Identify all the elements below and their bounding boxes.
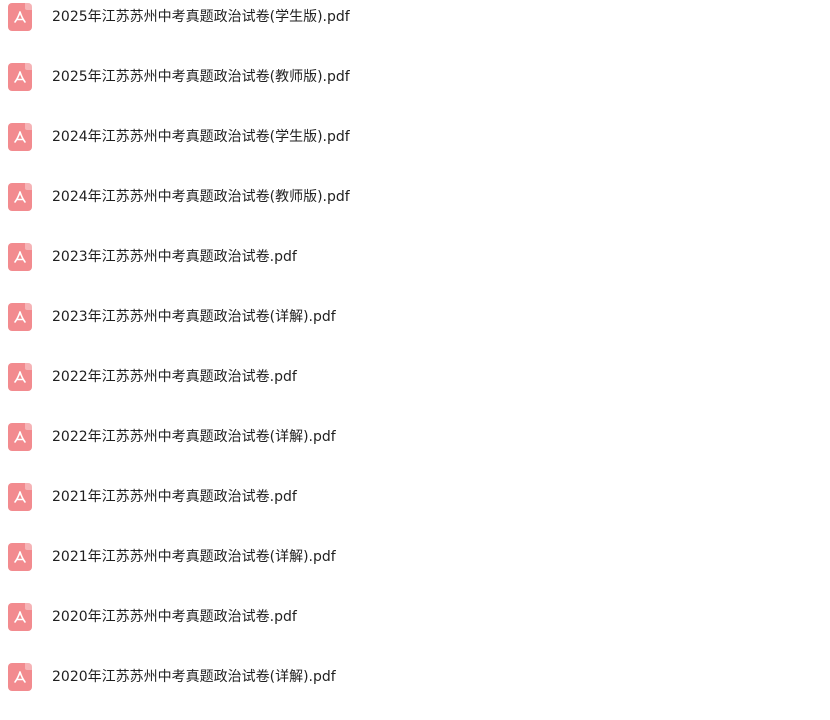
pdf-icon (8, 543, 32, 571)
file-name: 2025年江苏苏州中考真题政治试卷(教师版).pdf (52, 69, 350, 85)
file-name: 2022年江苏苏州中考真题政治试卷.pdf (52, 369, 297, 385)
file-item[interactable]: 2020年江苏苏州中考真题政治试卷.pdf (0, 600, 830, 660)
pdf-icon (8, 663, 32, 691)
file-item[interactable]: 2020年江苏苏州中考真题政治试卷(详解).pdf (0, 660, 830, 720)
pdf-icon (8, 423, 32, 451)
pdf-icon (8, 243, 32, 271)
file-name: 2020年江苏苏州中考真题政治试卷(详解).pdf (52, 669, 336, 685)
file-item[interactable]: 2022年江苏苏州中考真题政治试卷.pdf (0, 360, 830, 420)
file-item[interactable]: 2023年江苏苏州中考真题政治试卷(详解).pdf (0, 300, 830, 360)
file-name: 2021年江苏苏州中考真题政治试卷(详解).pdf (52, 549, 336, 565)
file-item[interactable]: 2022年江苏苏州中考真题政治试卷(详解).pdf (0, 420, 830, 480)
pdf-icon (8, 123, 32, 151)
pdf-icon (8, 63, 32, 91)
file-name: 2024年江苏苏州中考真题政治试卷(教师版).pdf (52, 189, 350, 205)
file-name: 2023年江苏苏州中考真题政治试卷(详解).pdf (52, 309, 336, 325)
pdf-icon (8, 603, 32, 631)
file-item[interactable]: 2024年江苏苏州中考真题政治试卷(学生版).pdf (0, 120, 830, 180)
file-item[interactable]: 2024年江苏苏州中考真题政治试卷(教师版).pdf (0, 180, 830, 240)
file-name: 2022年江苏苏州中考真题政治试卷(详解).pdf (52, 429, 336, 445)
pdf-icon (8, 3, 32, 31)
pdf-icon (8, 183, 32, 211)
file-item[interactable]: 2021年江苏苏州中考真题政治试卷.pdf (0, 480, 830, 540)
file-name: 2023年江苏苏州中考真题政治试卷.pdf (52, 249, 297, 265)
pdf-icon (8, 483, 32, 511)
file-item[interactable]: 2021年江苏苏州中考真题政治试卷(详解).pdf (0, 540, 830, 600)
pdf-icon (8, 303, 32, 331)
pdf-icon (8, 363, 32, 391)
file-name: 2021年江苏苏州中考真题政治试卷.pdf (52, 489, 297, 505)
file-list: 2025年江苏苏州中考真题政治试卷(学生版).pdf 2025年江苏苏州中考真题… (0, 0, 830, 720)
file-item[interactable]: 2023年江苏苏州中考真题政治试卷.pdf (0, 240, 830, 300)
file-item[interactable]: 2025年江苏苏州中考真题政治试卷(教师版).pdf (0, 60, 830, 120)
file-item[interactable]: 2025年江苏苏州中考真题政治试卷(学生版).pdf (0, 0, 830, 60)
file-name: 2024年江苏苏州中考真题政治试卷(学生版).pdf (52, 129, 350, 145)
file-name: 2020年江苏苏州中考真题政治试卷.pdf (52, 609, 297, 625)
file-name: 2025年江苏苏州中考真题政治试卷(学生版).pdf (52, 9, 350, 25)
